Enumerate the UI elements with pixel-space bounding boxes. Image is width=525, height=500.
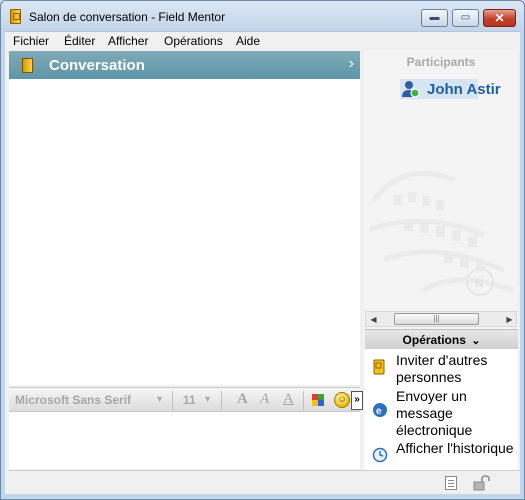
operations-header[interactable]: Opérations ⌄ <box>365 329 518 349</box>
app-icon <box>10 9 21 24</box>
toolbar-separator <box>303 391 304 410</box>
operation-email[interactable]: e Envoyer un message électronique <box>364 388 518 440</box>
menu-editer[interactable]: Éditer <box>64 34 95 48</box>
emoticon-icon[interactable]: ☺ <box>334 392 350 408</box>
size-dropdown-icon[interactable]: ▾ <box>205 394 210 405</box>
operation-invite-label[interactable]: Inviter d'autres personnes <box>396 352 514 386</box>
maximize-button[interactable]: ▭ <box>452 9 479 27</box>
menu-fichier[interactable]: Fichier <box>13 34 49 48</box>
message-input[interactable] <box>9 412 360 469</box>
scrollbar-thumb[interactable]: ||| <box>394 313 479 325</box>
operation-email-label[interactable]: Envoyer un message électronique <box>396 388 514 439</box>
minimize-button[interactable]: ▬ <box>421 9 448 27</box>
participants-header: Participants <box>406 55 476 69</box>
bold-button[interactable]: A <box>237 391 248 408</box>
horizontal-scrollbar[interactable]: ◀ ||| ▶ <box>365 311 517 327</box>
operation-history[interactable]: Afficher l'historique <box>364 440 518 470</box>
scroll-right-icon[interactable]: ▶ <box>503 313 516 326</box>
conversation-icon <box>22 58 33 73</box>
scroll-left-icon[interactable]: ◀ <box>367 313 380 326</box>
close-button[interactable]: ✕ <box>483 9 516 27</box>
italic-button[interactable]: A <box>260 391 269 408</box>
chat-window: Salon de conversation - Field Mentor ▬ ▭… <box>0 0 525 500</box>
document-icon[interactable] <box>445 476 457 490</box>
menu-aide[interactable]: Aide <box>236 34 260 48</box>
status-bar <box>9 470 520 494</box>
font-dropdown-icon[interactable]: ▾ <box>157 394 162 405</box>
operations-title: Opérations <box>402 333 466 347</box>
operation-invite[interactable]: Inviter d'autres personnes <box>364 352 518 388</box>
online-user-icon <box>402 81 420 98</box>
more-options-button[interactable]: » <box>351 391 363 410</box>
email-icon: e <box>373 403 387 417</box>
client-area: Conversation › Microsoft Sans Serif ▾ 11… <box>5 50 520 494</box>
format-toolbar: Microsoft Sans Serif ▾ 11 ▾ A A A ☺ » <box>9 387 363 412</box>
menu-afficher[interactable]: Afficher <box>108 34 148 48</box>
history-icon <box>372 447 388 463</box>
participant-name[interactable]: John Astir <box>427 81 501 98</box>
participants-panel: N Participants John Astir ◀ ||| ▶ Opérat… <box>364 50 518 470</box>
operations-list: Inviter d'autres personnes e Envoyer un … <box>364 349 518 470</box>
window-title: Salon de conversation - Field Mentor <box>29 10 226 24</box>
chevron-right-icon[interactable]: › <box>349 55 354 73</box>
menu-bar: Fichier Éditer Afficher Opérations Aide <box>5 31 520 50</box>
toolbar-separator <box>172 391 173 410</box>
decorative-watermark: N <box>368 170 515 296</box>
chevron-down-icon[interactable]: ⌄ <box>471 335 480 347</box>
invite-icon <box>373 359 385 375</box>
title-bar[interactable]: Salon de conversation - Field Mentor ▬ ▭… <box>1 1 524 31</box>
unlock-icon[interactable] <box>473 475 491 491</box>
conversation-header[interactable]: Conversation › <box>9 51 360 79</box>
conversation-title: Conversation <box>49 57 145 74</box>
operation-history-label[interactable]: Afficher l'historique <box>396 440 514 457</box>
svg-text:e: e <box>376 406 382 417</box>
underline-button[interactable]: A <box>283 391 294 408</box>
font-name-select[interactable]: Microsoft Sans Serif <box>15 393 131 407</box>
chat-transcript[interactable] <box>9 79 360 385</box>
svg-text:N: N <box>475 276 484 290</box>
font-size-select[interactable]: 11 <box>183 393 196 407</box>
menu-operations[interactable]: Opérations <box>164 34 223 48</box>
text-color-icon[interactable] <box>312 394 324 406</box>
toolbar-separator <box>221 391 222 410</box>
